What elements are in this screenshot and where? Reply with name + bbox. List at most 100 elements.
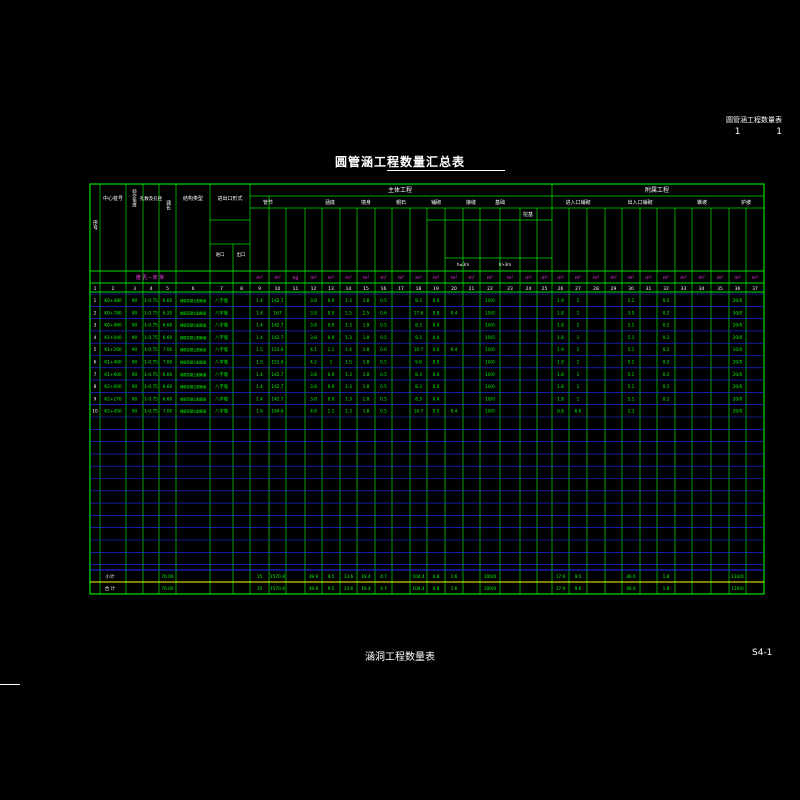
cell-span: 1-0.75	[144, 347, 158, 353]
cell-c12: 4.8	[310, 409, 317, 415]
cell-c30: 2.3	[628, 409, 635, 415]
unit-label: m³	[717, 275, 723, 281]
cell-c15: 2.5	[363, 310, 370, 316]
cell-c32: 0.2	[663, 360, 670, 366]
cell-c19: 0.4	[433, 372, 440, 378]
cell-c9: 1.4	[256, 335, 263, 341]
column-number: 12	[311, 286, 317, 292]
column-number: 21	[469, 286, 475, 292]
cell-c16: 0.5	[380, 298, 387, 304]
cell-c19: 0.4	[433, 323, 440, 329]
subtotal-c14: 13.6	[344, 574, 354, 580]
column-number: 5	[166, 286, 169, 292]
unit-label: m³	[380, 275, 386, 281]
cell-c16: 0.5	[380, 396, 387, 402]
unit-label: m³	[525, 275, 531, 281]
cell-c13: 0.9	[328, 310, 335, 316]
column-number: 22	[487, 286, 493, 292]
cell-c20: 0.4	[451, 409, 458, 415]
total-label: 合 计	[105, 585, 116, 592]
column-number: 16	[381, 286, 387, 292]
cell-c26: 1.8	[557, 310, 564, 316]
cell-c18: 8.3	[415, 323, 422, 329]
cell-c14: 1.3	[345, 396, 352, 402]
cell-c9: 1.5	[256, 347, 263, 353]
cell-no: 2	[94, 310, 97, 316]
cell-c27: 1	[577, 396, 580, 402]
cell-no: 8	[94, 384, 97, 390]
total-c14: 13.6	[344, 586, 354, 592]
subtotal-len: 70.00	[161, 574, 174, 580]
cell-no: 4	[94, 335, 97, 341]
column-number: 19	[433, 286, 439, 292]
column-number: 4	[150, 286, 153, 292]
cell-c20: 0.4	[451, 347, 458, 353]
cell-c27: 1	[577, 323, 580, 329]
cell-len: 6.60	[163, 323, 173, 329]
cell-io: 八字墙	[215, 359, 229, 366]
cell-struct: 钢筋混凝土圆管涵	[180, 372, 207, 377]
cell-c20: 0.4	[451, 310, 458, 316]
cell-skew: 90	[132, 384, 138, 390]
cell-c15: 1.8	[363, 298, 370, 304]
cell-struct: 钢筋混凝土圆管涵	[180, 298, 207, 303]
header-joint: 接缝	[466, 199, 476, 206]
cell-c30: 5.1	[628, 323, 635, 329]
unit-label: m³	[310, 275, 316, 281]
column-number: 7	[220, 286, 223, 292]
column-number: 24	[526, 286, 532, 292]
cell-c32: 0.2	[663, 323, 670, 329]
cell-len: 6.60	[163, 298, 173, 304]
cell-c16: 0.5	[380, 409, 387, 415]
unit-label: m³	[541, 275, 547, 281]
cell-io: 八字墙	[215, 322, 229, 329]
cell-c27: 1	[577, 335, 580, 341]
cell-c14: 1.3	[345, 409, 352, 415]
cell-len: 6.60	[163, 384, 173, 390]
cell-skew: 90	[132, 335, 138, 341]
cell-span: 1-0.75	[144, 372, 158, 378]
cell-len: 7.00	[163, 409, 173, 415]
cell-c18: 17.6	[414, 310, 424, 316]
column-number: 8	[240, 286, 243, 292]
cell-io: 八字墙	[215, 297, 229, 304]
quantity-table: 序号 中心桩号 斜交角度 孔数及孔径涵长 结构类型 进出口形式进口 出口 主体工程 附属工程管节…	[89, 183, 765, 595]
column-number: 1	[94, 286, 97, 292]
column-number: 25	[542, 286, 548, 292]
cell-c16: 0.5	[380, 384, 387, 390]
subtotal-c18: 104.4	[412, 574, 425, 580]
total-c30: 46.6	[626, 586, 636, 592]
cell-c16: 0.6	[380, 310, 387, 316]
unit-label: m³	[274, 275, 280, 281]
cell-span: 1-0.75	[144, 384, 158, 390]
header-pipe: 管节	[263, 199, 273, 206]
cell-skew: 90	[132, 396, 138, 402]
cell-c30: 3.5	[628, 310, 635, 316]
cell-c30: 5.1	[628, 298, 635, 304]
cell-c15: 1.8	[363, 335, 370, 341]
unit-label: m³	[752, 275, 758, 281]
header-outlet: 出口	[237, 251, 246, 258]
cell-c27: 1	[577, 310, 580, 316]
unit-label: m³	[557, 275, 563, 281]
unit-label: m³	[593, 275, 599, 281]
header-cap: 帽石	[396, 199, 406, 206]
cell-c9: 1.4	[256, 298, 263, 304]
cell-no: 5	[94, 347, 97, 353]
unit-label: m³	[256, 275, 262, 281]
cell-c26: 1.8	[557, 372, 564, 378]
cell-c18: 10.7	[414, 347, 424, 353]
cell-c15: 1.8	[363, 360, 370, 366]
column-number: 34	[699, 286, 705, 292]
cell-c19: 0.4	[433, 384, 440, 390]
cell-len: 6.20	[163, 310, 173, 316]
cell-c19: 0.6	[433, 347, 440, 353]
cell-c15: 1.8	[363, 384, 370, 390]
cell-c14: 1.3	[345, 323, 352, 329]
column-number: 9	[258, 286, 261, 292]
cell-c30: 5.1	[628, 372, 635, 378]
cell-c13: 0.9	[328, 384, 335, 390]
subtotal-c12: 39.9	[309, 574, 319, 580]
cell-c19: 0.4	[433, 396, 440, 402]
unit-label: m³	[468, 275, 474, 281]
